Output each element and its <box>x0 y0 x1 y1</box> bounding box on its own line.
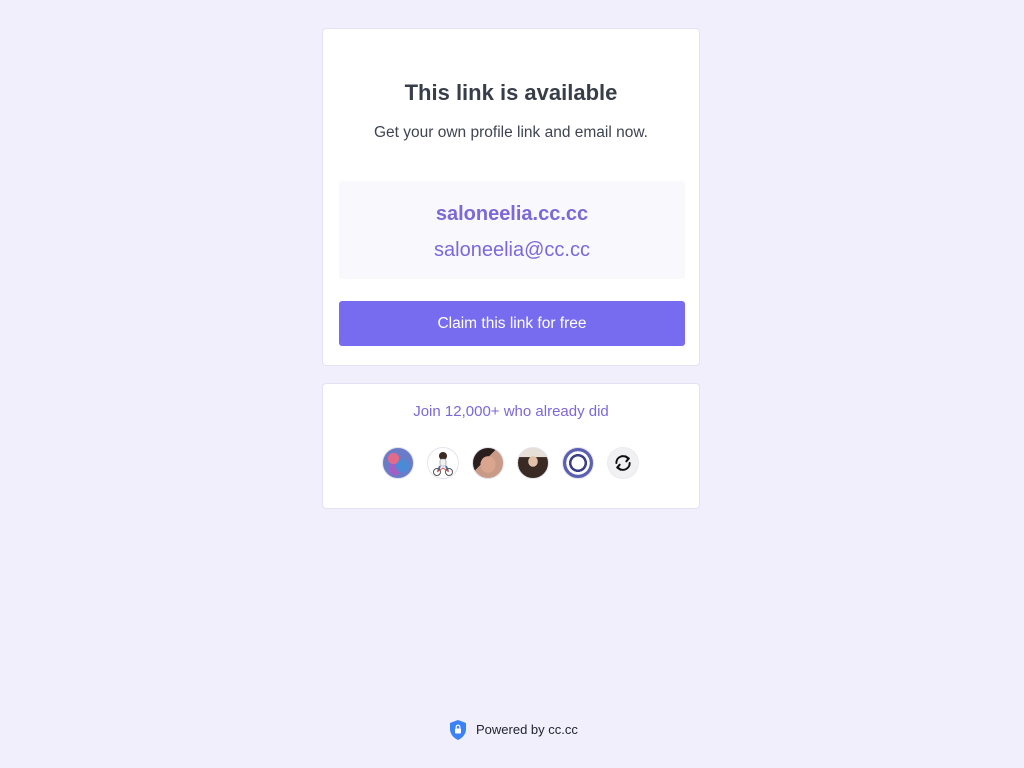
avatar[interactable] <box>562 447 594 479</box>
page-title: This link is available <box>404 80 618 105</box>
link-availability-card: This link is available Get your own prof… <box>322 28 700 366</box>
powered-by-footer[interactable]: Powered by cc.cc <box>448 719 578 741</box>
avatar-list <box>382 447 639 479</box>
link-preview-box: saloneelia.cc.cc saloneelia@cc.cc <box>339 181 685 279</box>
join-card: Join 12,000+ who already did <box>322 383 700 509</box>
profile-link-url: saloneelia.cc.cc <box>435 203 589 225</box>
cyclist-icon <box>433 452 453 476</box>
powered-by-text: Powered by cc.cc <box>476 722 578 737</box>
refresh-icon <box>615 455 631 471</box>
shield-icon <box>450 720 466 740</box>
avatar[interactable] <box>472 447 504 479</box>
avatar[interactable] <box>517 447 549 479</box>
claim-link-button[interactable]: Claim this link for free <box>339 301 685 346</box>
avatar[interactable] <box>427 447 459 479</box>
refresh-avatars-button[interactable] <box>607 447 639 479</box>
avatar[interactable] <box>382 447 414 479</box>
join-count-text: Join 12,000+ who already did <box>413 403 609 420</box>
profile-email: saloneelia@cc.cc <box>434 239 590 261</box>
page-subtitle: Get your own profile link and email now. <box>374 124 648 141</box>
